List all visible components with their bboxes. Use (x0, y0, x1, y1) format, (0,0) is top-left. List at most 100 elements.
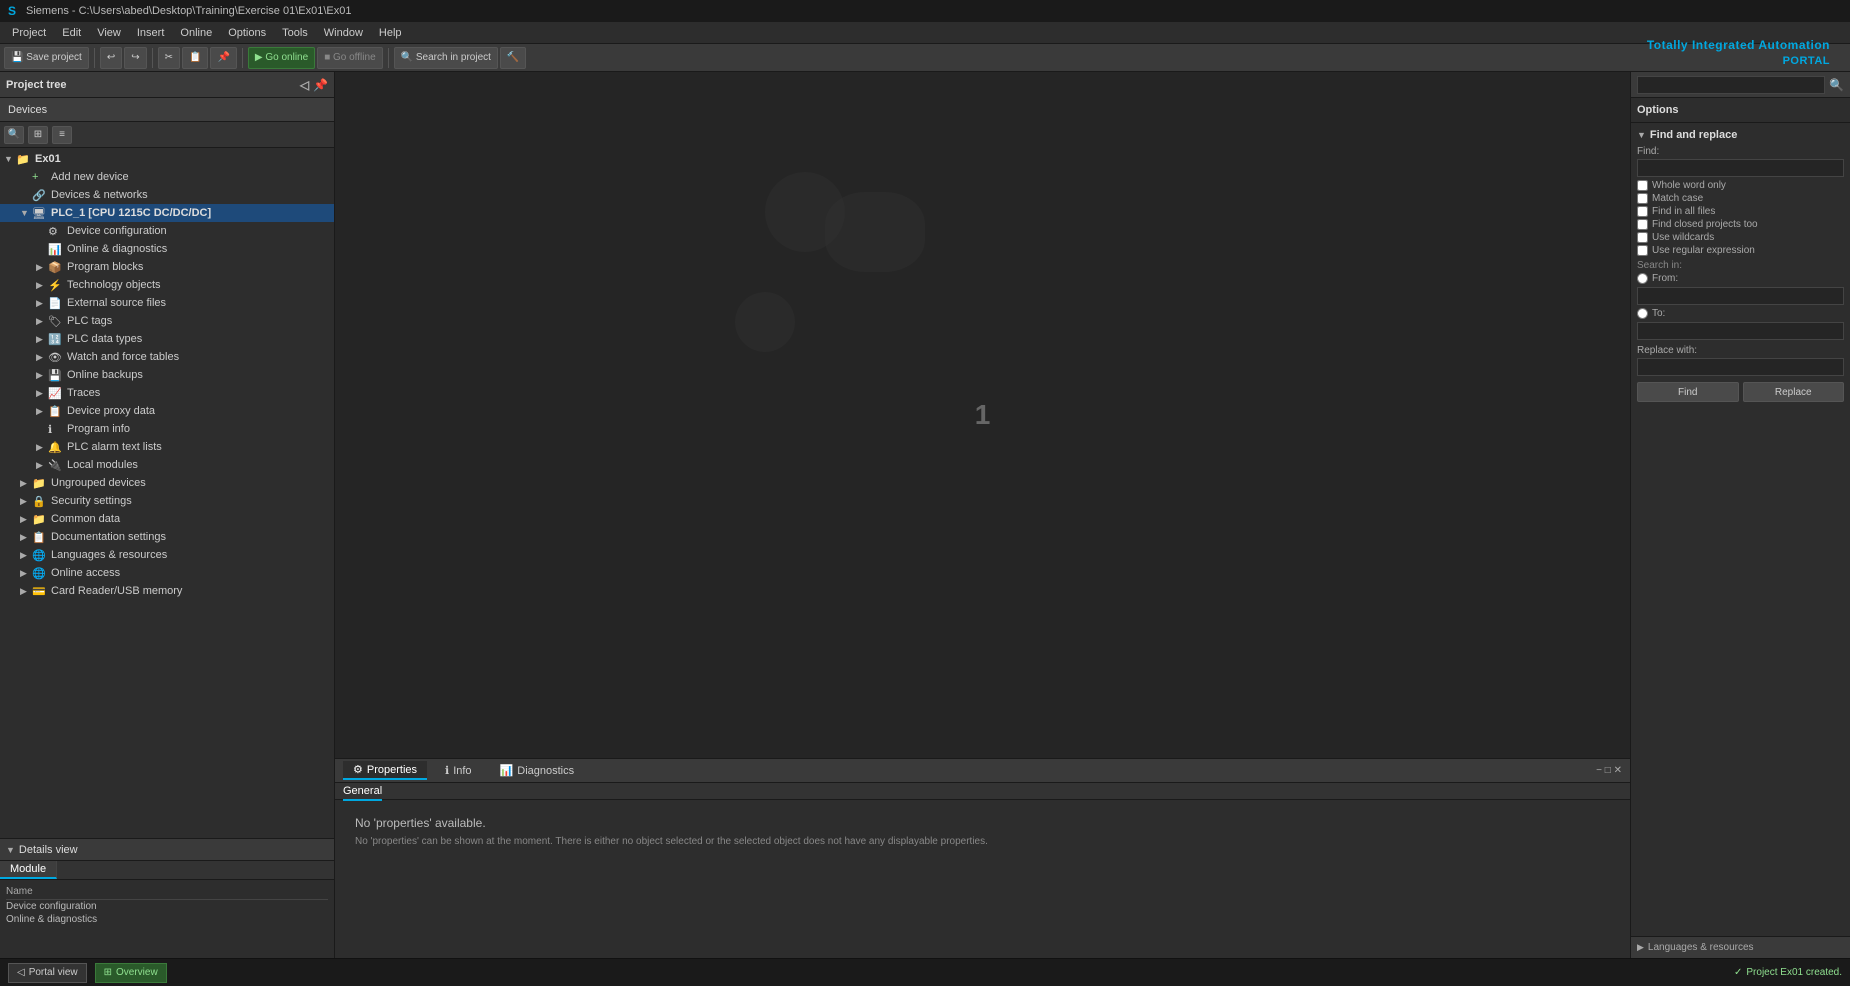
tree-item-plc-tags[interactable]: ▶ 🏷 PLC tags (0, 312, 334, 330)
tree-item-device-proxy[interactable]: ▶ 📋 Device proxy data (0, 402, 334, 420)
menu-online[interactable]: Online (172, 27, 220, 39)
menu-edit[interactable]: Edit (54, 27, 89, 39)
icon-traces: 📈 (48, 387, 64, 400)
pin-icon[interactable]: 📌 (313, 78, 328, 92)
lang-res-label: Languages & resources (1648, 942, 1754, 953)
to-input[interactable] (1637, 322, 1844, 340)
tree-list-button[interactable]: ≡ (52, 126, 72, 144)
icon-plc-data: 🔢 (48, 333, 64, 346)
menu-tools[interactable]: Tools (274, 27, 316, 39)
tree-item-watch-force[interactable]: ▶ 👁 Watch and force tables (0, 348, 334, 366)
tree-item-common-data[interactable]: ▶ 📁 Common data (0, 510, 334, 528)
label-plc-alarm: PLC alarm text lists (67, 441, 162, 453)
tree-item-local-modules[interactable]: ▶ 🔌 Local modules (0, 456, 334, 474)
auto-collapse-icon[interactable]: ◁ (300, 78, 309, 92)
go-offline-button[interactable]: ■ Go offline (317, 47, 382, 69)
diagnostics-icon: 📊 (500, 764, 514, 777)
find-closed-row: Find closed projects too (1637, 219, 1844, 230)
tree-item-tech-objects[interactable]: ▶ ⚡ Technology objects (0, 276, 334, 294)
arrow-traces: ▶ (36, 388, 48, 399)
arrow-plc-data: ▶ (36, 334, 48, 345)
languages-resources-section[interactable]: ▶ Languages & resources (1631, 936, 1850, 958)
from-radio[interactable] (1637, 273, 1648, 284)
find-button[interactable]: Find (1637, 382, 1739, 402)
tree-item-plc-alarm[interactable]: ▶ 🔔 PLC alarm text lists (0, 438, 334, 456)
details-tab-module[interactable]: Module (0, 861, 57, 879)
general-subtab[interactable]: General (335, 783, 1630, 800)
arrow-prog-blocks: ▶ (36, 262, 48, 273)
tree-view-button[interactable]: ⊞ (28, 126, 48, 144)
icon-ungrouped: 📁 (32, 477, 48, 490)
tree-item-docs[interactable]: ▶ 📋 Documentation settings (0, 528, 334, 546)
replace-with-input[interactable] (1637, 358, 1844, 376)
match-case-checkbox[interactable] (1637, 193, 1648, 204)
label-dev-conf: Device configuration (67, 225, 167, 237)
label-lang-res: Languages & resources (51, 549, 167, 561)
tree-search-button[interactable]: 🔍 (4, 126, 24, 144)
tree-item-online-backups[interactable]: ▶ 💾 Online backups (0, 366, 334, 384)
details-col-name: Name (6, 884, 328, 900)
menu-window[interactable]: Window (316, 27, 371, 39)
tree-item-devices-networks[interactable]: 🔗 Devices & networks (0, 186, 334, 204)
menu-project[interactable]: Project (4, 27, 54, 39)
menu-options[interactable]: Options (220, 27, 274, 39)
paste-button[interactable]: 📌 (210, 47, 236, 69)
right-search-input[interactable] (1637, 76, 1825, 94)
overview-button[interactable]: ⊞ Overview (95, 963, 167, 983)
tree-item-ext-source[interactable]: ▶ 📄 External source files (0, 294, 334, 312)
to-radio[interactable] (1637, 308, 1648, 319)
tree-item-traces[interactable]: ▶ 📈 Traces (0, 384, 334, 402)
go-online-button[interactable]: ▶ Go online (248, 47, 315, 69)
search-icon[interactable]: 🔍 (1829, 78, 1844, 92)
icon-card-reader: 💳 (32, 585, 48, 598)
menu-help[interactable]: Help (371, 27, 410, 39)
portal-view-button[interactable]: ◁ Portal view (8, 963, 87, 983)
tab-properties[interactable]: ⚙ Properties (343, 761, 427, 780)
find-all-files-checkbox[interactable] (1637, 206, 1648, 217)
find-replace-header[interactable]: ▼ Find and replace (1637, 127, 1844, 143)
search-in-project-button[interactable]: 🔍 Search in project (394, 47, 498, 69)
from-input[interactable] (1637, 287, 1844, 305)
replace-button[interactable]: Replace (1743, 382, 1845, 402)
tree-item-ex01[interactable]: ▼ 📁 Ex01 (0, 150, 334, 168)
regex-checkbox[interactable] (1637, 245, 1648, 256)
cut-button[interactable]: ✂ (158, 47, 180, 69)
details-row-2-name: Online & diagnostics (6, 914, 156, 925)
label-common: Common data (51, 513, 120, 525)
tree-item-plc-data-types[interactable]: ▶ 🔢 PLC data types (0, 330, 334, 348)
label-ex01: Ex01 (35, 153, 61, 165)
arrow-common: ▶ (20, 514, 32, 525)
tree-item-add-new-device[interactable]: + Add new device (0, 168, 334, 186)
wildcards-checkbox[interactable] (1637, 232, 1648, 243)
devices-tab[interactable]: Devices (0, 98, 334, 122)
copy-button[interactable]: 📋 (182, 47, 208, 69)
build-button[interactable]: 🔨 (500, 47, 526, 69)
tree-content: ▼ 📁 Ex01 + Add new device 🔗 Devices & ne… (0, 148, 334, 838)
icon-plc-alarm: 🔔 (48, 441, 64, 454)
tree-item-program-info[interactable]: ℹ Program info (0, 420, 334, 438)
undo-button[interactable]: ↩ (100, 47, 122, 69)
details-collapse-arrow: ▼ (6, 845, 15, 855)
save-project-button[interactable]: 💾 Save project (4, 47, 89, 69)
tree-item-security[interactable]: ▶ 🔒 Security settings (0, 492, 334, 510)
menu-view[interactable]: View (89, 27, 129, 39)
tab-info[interactable]: ℹ Info (435, 762, 482, 779)
tree-item-online-access[interactable]: ▶ 🌐 Online access (0, 564, 334, 582)
tree-item-program-blocks[interactable]: ▶ 📦 Program blocks (0, 258, 334, 276)
redo-button[interactable]: ↪ (124, 47, 146, 69)
find-closed-checkbox[interactable] (1637, 219, 1648, 230)
details-view-panel: ▼ Details view Module Name Device config… (0, 838, 334, 958)
menu-insert[interactable]: Insert (129, 27, 173, 39)
icon-online-diag: 📊 (48, 243, 64, 256)
panel-controls[interactable]: − □ ✕ (1596, 765, 1622, 776)
find-input[interactable] (1637, 159, 1844, 177)
whole-word-checkbox[interactable] (1637, 180, 1648, 191)
details-view-header[interactable]: ▼ Details view (0, 839, 334, 861)
tab-diagnostics[interactable]: 📊 Diagnostics (490, 762, 585, 779)
tree-item-card-reader[interactable]: ▶ 💳 Card Reader/USB memory (0, 582, 334, 600)
tree-item-plc1[interactable]: ▼ 🖥 PLC_1 [CPU 1215C DC/DC/DC] (0, 204, 334, 222)
tree-item-ungrouped[interactable]: ▶ 📁 Ungrouped devices (0, 474, 334, 492)
tree-item-online-diag[interactable]: 📊 Online & diagnostics (0, 240, 334, 258)
tree-item-device-config[interactable]: ⚙ Device configuration (0, 222, 334, 240)
tree-item-lang-res[interactable]: ▶ 🌐 Languages & resources (0, 546, 334, 564)
